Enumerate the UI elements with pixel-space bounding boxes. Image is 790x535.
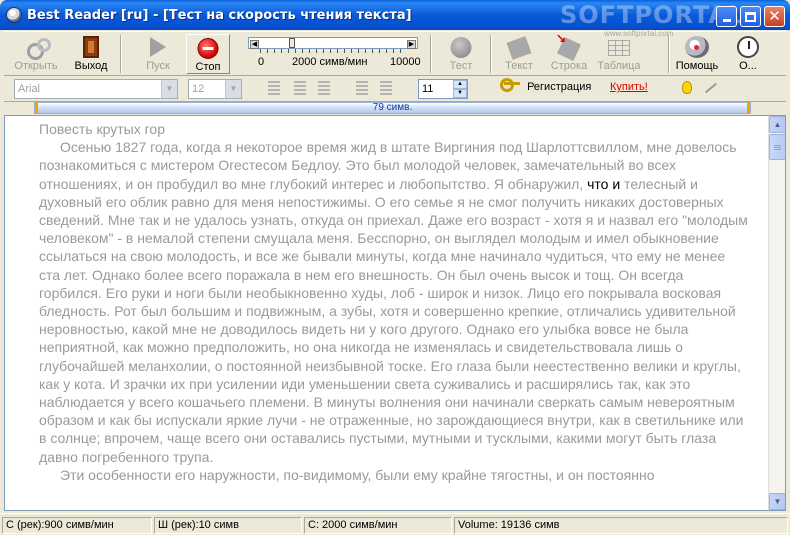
text-mode-button[interactable]: Текст bbox=[498, 34, 540, 74]
toolbar-separator bbox=[430, 35, 432, 73]
table-mode-label: Таблица bbox=[597, 60, 641, 72]
toolbar-separator bbox=[490, 35, 492, 73]
close-icon: ✕ bbox=[768, 7, 781, 25]
stop-icon bbox=[197, 38, 219, 59]
key-icon bbox=[500, 78, 520, 93]
spin-down-icon[interactable]: ▼ bbox=[453, 89, 467, 98]
align-left-icon[interactable] bbox=[268, 81, 280, 95]
maximize-icon bbox=[745, 11, 756, 22]
stop-button[interactable]: Стоп bbox=[186, 34, 230, 74]
text-mode-label: Текст bbox=[505, 60, 533, 72]
reading-text: Повесть крутых гор Осенью 1827 года, ког… bbox=[39, 120, 749, 484]
exit-button[interactable]: Выход bbox=[68, 34, 114, 74]
title-bar[interactable]: Best Reader [ru] - [Тест на скорость чте… bbox=[0, 0, 790, 30]
book-icon bbox=[506, 36, 532, 60]
speed-slider-ticks bbox=[260, 49, 406, 53]
align-right-icon[interactable] bbox=[318, 81, 330, 95]
buy-link[interactable]: Купить! bbox=[610, 81, 648, 93]
toolbar-separator bbox=[668, 35, 670, 73]
columns-one-icon[interactable] bbox=[356, 81, 368, 95]
speed-slider[interactable]: ◀ ▶ 0 2000 симв/мин 10000 bbox=[240, 34, 426, 74]
magic-wand-icon[interactable] bbox=[702, 81, 718, 95]
line-count-spinner[interactable]: 11 ▲ ▼ bbox=[418, 79, 468, 99]
reading-progress-bar: 79 симв. bbox=[34, 102, 751, 114]
status-bar: С (рек):900 симв/мин Ш (рек):10 симв С: … bbox=[0, 513, 790, 535]
start-label: Пуск bbox=[146, 60, 170, 72]
font-select[interactable]: Arial ▼ bbox=[14, 79, 178, 99]
align-center-icon[interactable] bbox=[294, 81, 306, 95]
stop-label: Стоп bbox=[195, 61, 221, 73]
font-size-select[interactable]: 12 ▼ bbox=[188, 79, 242, 99]
speed-slider-track[interactable]: ◀ ▶ bbox=[248, 37, 418, 49]
chevron-down-icon[interactable]: ▼ bbox=[225, 80, 241, 98]
speed-value-label: 2000 симв/мин bbox=[292, 56, 368, 68]
exit-label: Выход bbox=[74, 60, 108, 72]
main-toolbar: www.softportal.com Открыть Выход Пуск Ст… bbox=[4, 29, 786, 76]
help-label: Помощь bbox=[675, 60, 719, 72]
slider-left-arrow-icon[interactable]: ◀ bbox=[250, 40, 259, 49]
help-lifebuoy-icon bbox=[685, 36, 709, 58]
paragraph-text: Эти особенности его наружности, по-видим… bbox=[60, 466, 655, 483]
row-mode-label: Строка bbox=[550, 60, 588, 72]
play-icon bbox=[150, 37, 166, 57]
status-recommended-speed: С (рек):900 симв/мин bbox=[2, 517, 152, 534]
paragraph-text: телесный и духовный его облик равно для … bbox=[39, 175, 748, 465]
maximize-button[interactable] bbox=[740, 6, 761, 27]
open-icon bbox=[25, 37, 51, 60]
columns-two-icon[interactable] bbox=[380, 81, 392, 95]
current-reading-fragment: что и bbox=[587, 175, 621, 192]
arrow-icon: ↘ bbox=[556, 31, 567, 45]
register-label: Регистрация bbox=[527, 81, 592, 93]
close-button[interactable]: ✕ bbox=[764, 6, 785, 27]
scroll-down-icon[interactable]: ▼ bbox=[769, 493, 785, 510]
window-title: Best Reader [ru] - [Тест на скорость чте… bbox=[27, 8, 412, 23]
line-count-value: 11 bbox=[422, 83, 434, 95]
scroll-up-icon[interactable]: ▲ bbox=[769, 116, 785, 133]
progress-end-marker bbox=[747, 102, 750, 114]
register-button[interactable]: Регистрация bbox=[500, 78, 592, 93]
row-mode-button[interactable]: ↘ Строка bbox=[546, 31, 592, 74]
reading-text-area[interactable]: Повесть крутых гор Осенью 1827 года, ког… bbox=[4, 115, 786, 511]
paragraph: Осенью 1827 года, когда я некоторое врем… bbox=[39, 138, 749, 466]
app-icon[interactable] bbox=[6, 7, 22, 23]
font-select-value: Arial bbox=[18, 83, 41, 95]
help-button[interactable]: Помощь bbox=[672, 34, 722, 74]
open-label: Открыть bbox=[14, 60, 58, 72]
start-button[interactable]: Пуск bbox=[136, 34, 180, 74]
table-mode-button[interactable]: Таблица bbox=[594, 34, 644, 74]
lightbulb-icon[interactable] bbox=[682, 81, 692, 94]
status-speed: С: 2000 симв/мин bbox=[304, 517, 452, 534]
speed-min-label: 0 bbox=[258, 56, 265, 68]
open-button[interactable]: Открыть bbox=[4, 34, 68, 74]
scroll-thumb[interactable] bbox=[769, 134, 785, 160]
test-icon bbox=[450, 37, 472, 58]
test-button[interactable]: Тест bbox=[440, 34, 482, 74]
spin-up-icon[interactable]: ▲ bbox=[453, 80, 467, 89]
table-icon bbox=[608, 40, 630, 56]
about-label: О... bbox=[739, 60, 757, 72]
about-clock-icon bbox=[737, 36, 759, 58]
slider-right-arrow-icon[interactable]: ▶ bbox=[407, 40, 416, 49]
vertical-scrollbar[interactable]: ▲ ▼ bbox=[768, 116, 785, 510]
minimize-button[interactable] bbox=[716, 6, 737, 27]
about-button[interactable]: О... bbox=[728, 34, 768, 74]
progress-text: 79 симв. bbox=[372, 102, 413, 113]
status-recommended-width: Ш (рек):10 симв bbox=[154, 517, 302, 534]
status-volume: Volume: 19136 симв bbox=[454, 517, 788, 534]
toolbar-separator bbox=[120, 35, 122, 73]
format-toolbar: Arial ▼ 12 ▼ 11 ▲ ▼ Регистрация Купить! bbox=[4, 77, 786, 102]
exit-door-icon bbox=[83, 36, 99, 58]
speed-slider-thumb[interactable] bbox=[289, 38, 295, 48]
paragraph: Эти особенности его наружности, по-видим… bbox=[39, 466, 749, 484]
chevron-down-icon[interactable]: ▼ bbox=[161, 80, 177, 98]
minimize-icon bbox=[722, 19, 731, 22]
test-label: Тест bbox=[449, 60, 473, 72]
story-title: Повесть крутых гор bbox=[39, 121, 165, 137]
font-size-value: 12 bbox=[192, 83, 205, 95]
speed-max-label: 10000 bbox=[390, 56, 421, 68]
